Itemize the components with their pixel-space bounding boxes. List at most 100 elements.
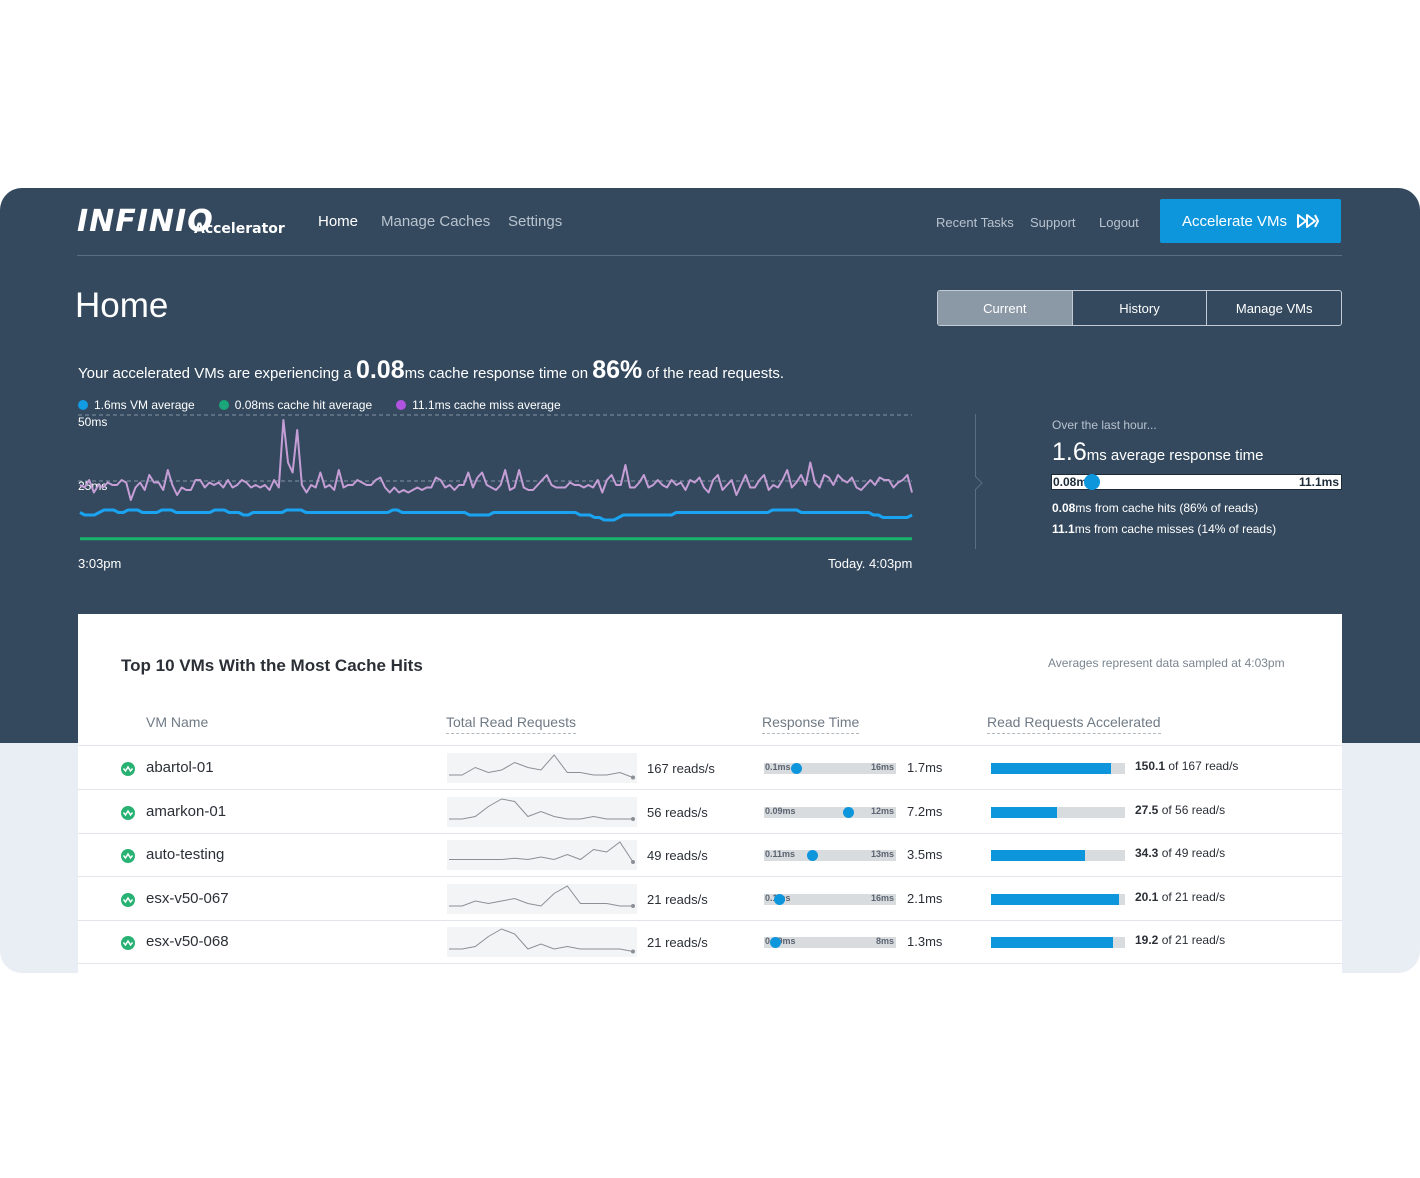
accelerated-value: 27.5 of 56 read/s <box>1135 803 1225 817</box>
total-reads: 167 reads/s <box>647 761 715 776</box>
reads-sparkline <box>447 840 637 870</box>
col-header-total-reads[interactable]: Total Read Requests <box>446 714 576 734</box>
vm-status-icon <box>121 849 135 863</box>
overview-avg-text: ms average response time <box>1086 447 1264 464</box>
overview-value: 1.6ms average response time <box>1052 438 1264 467</box>
accelerated-number: 20.1 <box>1135 889 1159 904</box>
total-reads: 21 reads/s <box>647 935 708 950</box>
col-header-vm-name[interactable]: VM Name <box>146 714 208 730</box>
overview-label: Over the last hour... <box>1052 418 1157 432</box>
response-range-max: 12ms <box>870 805 894 816</box>
response-time-chart: 50ms 25ms <box>78 414 913 541</box>
tab-history[interactable]: History <box>1071 291 1207 325</box>
accelerated-text: of 21 read/s <box>1161 933 1226 947</box>
vm-status-icon <box>121 892 135 907</box>
tab-current[interactable]: Current <box>938 291 1072 325</box>
accelerated-number: 34.3 <box>1135 846 1159 860</box>
brand-product: Accelerator <box>194 221 285 237</box>
overview-range-bar: 0.08ms 11.1ms <box>1051 474 1342 490</box>
accelerate-vms-label: Accelerate VMs <box>1181 212 1288 230</box>
sparkline-svg <box>449 928 635 954</box>
response-marker <box>773 893 785 905</box>
app-window: INFINIO Accelerator Home Manage Caches S… <box>0 188 1420 973</box>
col-header-accelerated[interactable]: Read Requests Accelerated <box>987 714 1161 734</box>
reads-sparkline <box>447 796 637 827</box>
response-range-bar: 0.09ms 12ms <box>764 805 896 818</box>
accelerated-text: of 56 read/s <box>1161 802 1226 817</box>
sparkline-path <box>449 928 634 952</box>
sparkline-path <box>449 841 634 863</box>
table-row[interactable]: esx-v50-067 21 reads/s 0.1ms16ms 2.1ms 20.1 … <box>78 877 1342 921</box>
accelerated-bar <box>991 850 1125 861</box>
overview-miss-value: 11.1 <box>1052 522 1075 536</box>
overview-hits-line: 0.08ms from cache hits (86% of reads) <box>1052 501 1258 515</box>
nav-home[interactable]: Home <box>318 213 358 230</box>
accelerated-number: 150.1 <box>1135 759 1166 773</box>
accelerated-bar <box>991 806 1125 818</box>
response-time: 3.5ms <box>907 847 943 862</box>
table-row[interactable]: auto-testing 49 reads/s 0.11ms 13ms 3.5ms 34.… <box>78 833 1342 877</box>
accelerated-bar-fill <box>991 937 1114 948</box>
accelerated-number: 27.5 <box>1135 802 1159 817</box>
sparkline-svg <box>449 841 635 864</box>
response-range-bar: 0.11ms 13ms <box>764 849 896 861</box>
fast-forward-icon <box>1297 214 1320 228</box>
view-tabs: Current History Manage VMs <box>937 290 1342 326</box>
accelerated-bar <box>991 763 1125 774</box>
support-link[interactable]: Support <box>1030 215 1076 230</box>
sparkline-end-point <box>631 775 635 780</box>
card-title: Top 10 VMs With the Most Cache Hits <box>121 656 423 675</box>
page-title: Home <box>75 286 169 325</box>
response-time: 7.2ms <box>907 803 943 819</box>
accelerate-vms-button[interactable]: Accelerate VMs <box>1160 199 1341 243</box>
col-header-response-time[interactable]: Response Time <box>762 714 860 734</box>
response-marker <box>790 763 802 774</box>
response-time: 2.1ms <box>907 890 943 906</box>
overview-hit-value: 0.08 <box>1052 501 1076 515</box>
sparkline-svg <box>449 754 635 780</box>
vm-name[interactable]: amarkon-01 <box>146 803 226 820</box>
response-marker <box>806 850 818 861</box>
total-reads: 56 reads/s <box>647 804 708 820</box>
response-range-max: 16ms <box>870 762 894 772</box>
summary-percent: 86% <box>592 356 643 384</box>
pulse-icon <box>122 939 134 947</box>
chart-series <box>79 419 913 541</box>
recent-tasks-link[interactable]: Recent Tasks <box>936 215 1014 230</box>
response-time: 1.3ms <box>907 934 943 949</box>
nav-manage-caches[interactable]: Manage Caches <box>381 213 490 230</box>
sparkline-end-point <box>631 903 635 908</box>
accelerated-text: of 21 read/s <box>1161 889 1226 904</box>
logout-link[interactable]: Logout <box>1099 215 1139 230</box>
vm-status-icon <box>121 936 135 950</box>
response-range-min: 0.09ms <box>765 805 796 816</box>
nav-settings[interactable]: Settings <box>508 213 562 230</box>
accelerated-bar-fill <box>991 850 1086 861</box>
accelerated-bar-fill <box>991 763 1112 774</box>
total-reads: 49 reads/s <box>647 848 708 863</box>
reads-sparkline <box>447 927 637 957</box>
vm-name[interactable]: auto-testing <box>146 846 224 863</box>
sparkline-svg <box>449 884 635 908</box>
pulse-icon <box>122 809 134 816</box>
response-range-max: 16ms <box>870 892 894 903</box>
overview-miss-text: ms from cache misses (14% of reads) <box>1074 522 1277 536</box>
summary-response-unit: ms cache response time on <box>404 365 589 382</box>
table-row[interactable]: esx-v50-068 21 reads/s 0.09ms8ms 1.3ms 19.2 … <box>78 920 1342 964</box>
vm-name[interactable]: abartol-01 <box>146 759 214 776</box>
response-marker <box>843 806 855 818</box>
response-range-bar: 0.1ms 16ms <box>764 762 896 774</box>
accelerated-value: 34.3 of 49 read/s <box>1135 846 1225 860</box>
top-vms-card: Top 10 VMs With the Most Cache Hits Aver… <box>78 614 1342 973</box>
tab-manage-vms[interactable]: Manage VMs <box>1206 291 1341 325</box>
overview-bar-max: 11.1ms <box>1298 475 1339 489</box>
accelerated-value: 19.2 of 21 read/s <box>1135 933 1225 947</box>
series-vm-average-line <box>79 508 913 522</box>
response-range-max: 13ms <box>870 849 894 859</box>
sparkline-path <box>449 797 633 819</box>
vm-name[interactable]: esx-v50-068 <box>146 933 229 950</box>
table-row[interactable]: abartol-01 167 reads/s 0.1ms 16ms 1.7ms 150.1… <box>78 746 1342 790</box>
table-row[interactable]: amarkon-01 56 reads/s 0.09ms 12ms 7.2ms 27.5 … <box>78 790 1342 834</box>
y-label-50ms: 50ms <box>78 415 107 429</box>
vm-name[interactable]: esx-v50-067 <box>146 890 229 907</box>
